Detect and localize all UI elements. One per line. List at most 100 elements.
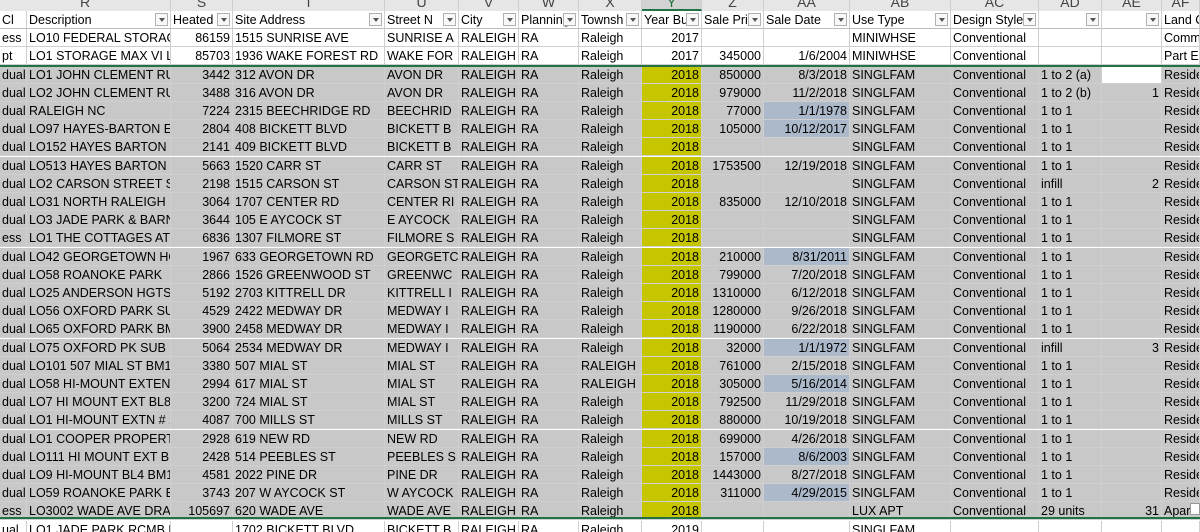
cell-design-style[interactable]: Conventional	[951, 411, 1039, 430]
cell-heated[interactable]: 5064	[171, 338, 233, 357]
cell-land-class[interactable]: Reside	[1162, 466, 1200, 484]
cell-sale-date[interactable]: 8/27/2018	[764, 466, 850, 484]
cell-sale-date[interactable]: 6/22/2018	[764, 320, 850, 339]
cell-sale-date[interactable]: 10/12/2017	[764, 120, 850, 139]
column-header-x[interactable]: X	[579, 0, 642, 11]
cell-heated[interactable]: 3644	[171, 211, 233, 230]
cell-description[interactable]: LO1 COOPER PROPERTY F	[27, 429, 171, 448]
cell-year-built[interactable]: 2018	[642, 375, 702, 393]
cell-col-ae[interactable]	[1102, 284, 1162, 302]
cell-class[interactable]: dual	[0, 174, 27, 193]
table-row[interactable]: dual LO152 HAYES BARTON EX 2141 409 BICKETT…	[0, 138, 1200, 157]
cell-heated[interactable]: 4087	[171, 411, 233, 430]
cell-street-name[interactable]: MILLS ST	[385, 411, 459, 430]
cell-land-class[interactable]: Reside	[1162, 174, 1200, 193]
cell-land-class[interactable]: Reside	[1162, 338, 1200, 357]
cell-class[interactable]: dual	[0, 484, 27, 503]
filter-dropdown-icon[interactable]	[503, 13, 516, 26]
cell-class[interactable]: dual	[0, 466, 27, 484]
cell-heated[interactable]: 3380	[171, 356, 233, 375]
cell-heated[interactable]: 2866	[171, 265, 233, 284]
cell-city[interactable]: RALEIGH	[459, 302, 519, 321]
cell-col-ae[interactable]	[1102, 484, 1162, 503]
cell-land-class[interactable]: Reside	[1162, 265, 1200, 284]
cell-site-address[interactable]: 514 PEEBLES ST	[233, 447, 385, 466]
cell-year-built[interactable]: 2018	[642, 174, 702, 193]
cell-use-type[interactable]: SINGLFAM	[850, 393, 951, 412]
cell-year-built[interactable]: 2017	[642, 47, 702, 66]
cell-city[interactable]: RALEIGH	[459, 338, 519, 357]
cell-use-type[interactable]: SINGLFAM	[850, 265, 951, 284]
cell-planning[interactable]: RA	[519, 120, 579, 139]
cell-site-address[interactable]: 724 MIAL ST	[233, 393, 385, 412]
cell-township[interactable]: Raleigh	[579, 229, 642, 248]
table-row[interactable]: ualLO1 JADE PARK RCMB BM2016 -0031 1702 B…	[0, 520, 1200, 532]
cell-sale-date[interactable]: 12/10/2018	[764, 193, 850, 211]
cell-planning[interactable]: RA	[519, 520, 579, 532]
cell-design-style[interactable]: Conventional	[951, 83, 1039, 102]
cell-col-ad[interactable]: 1 to 1	[1039, 211, 1102, 230]
cell-land-class[interactable]: Reside	[1162, 156, 1200, 175]
cell-class[interactable]: dual	[0, 302, 27, 321]
cell-heated[interactable]: 2428	[171, 447, 233, 466]
cell-description[interactable]: LO58 HI-MOUNT EXTENS	[27, 375, 171, 393]
cell-use-type[interactable]: SINGLFAM	[850, 102, 951, 120]
table-row[interactable]: ess LO1 THE COTTAGES AT FI 6836 1307 FILMOR…	[0, 229, 1200, 248]
cell-sale-price[interactable]	[702, 29, 764, 48]
cell-class[interactable]: dual	[0, 429, 27, 448]
cell-class[interactable]: dual	[0, 211, 27, 230]
cell-col-ad[interactable]	[1039, 29, 1102, 48]
cell-class[interactable]: ual	[0, 520, 27, 532]
cell-use-type[interactable]: SINGLFAM	[850, 65, 951, 84]
cell-sale-price[interactable]: 157000	[702, 447, 764, 466]
cell-site-address[interactable]: 2534 MEDWAY DR	[233, 338, 385, 357]
table-row[interactable]: dualLO513 HAYES BARTON RO56631520 CARR S…	[0, 156, 1200, 175]
cell-sale-price[interactable]: 311000	[702, 484, 764, 503]
cell-city[interactable]: RALEIGH	[459, 174, 519, 193]
cell-street-name[interactable]: W AYCOCK	[385, 484, 459, 503]
cell-col-ae[interactable]	[1102, 65, 1162, 84]
cell-city[interactable]: RALEIGH	[459, 120, 519, 139]
cell-sale-price[interactable]: 77000	[702, 102, 764, 120]
cell-land-class[interactable]: Reside	[1162, 393, 1200, 412]
cell-col-ae[interactable]	[1102, 102, 1162, 120]
cell-use-type[interactable]: SINGLFAM	[850, 247, 951, 266]
cell-year-built[interactable]: 2019	[642, 520, 702, 532]
cell-land-class[interactable]: Reside	[1162, 484, 1200, 503]
cell-use-type[interactable]: SINGLFAM	[850, 229, 951, 248]
cell-sale-date[interactable]: 8/3/2018	[764, 65, 850, 84]
cell-design-style[interactable]: Conventional	[951, 229, 1039, 248]
cell-city[interactable]: RALEIGH	[459, 65, 519, 84]
cell-design-style[interactable]: Conventional	[951, 102, 1039, 120]
table-row[interactable]: ptLO1 STORAGE MAX VI LLC857031936 WAKE F…	[0, 47, 1200, 66]
cell-use-type[interactable]: SINGLFAM	[850, 520, 951, 532]
cell-col-ad[interactable]: 1 to 1	[1039, 429, 1102, 448]
cell-year-built[interactable]: 2018	[642, 302, 702, 321]
cell-design-style[interactable]: Conventional	[951, 29, 1039, 48]
cell-design-style[interactable]: Conventional	[951, 138, 1039, 157]
cell-planning[interactable]: RA	[519, 284, 579, 302]
cell-site-address[interactable]: 1702 BICKETT BLVD	[233, 520, 385, 532]
cell-use-type[interactable]: SINGLFAM	[850, 156, 951, 175]
cell-design-style[interactable]: Conventional	[951, 320, 1039, 339]
cell-site-address[interactable]: 408 BICKETT BLVD	[233, 120, 385, 139]
cell-land-class[interactable]: Reside	[1162, 302, 1200, 321]
cell-city[interactable]: RALEIGH	[459, 411, 519, 430]
cell-use-type[interactable]: SINGLFAM	[850, 83, 951, 102]
cell-street-name[interactable]: CARR ST	[385, 156, 459, 175]
cell-col-ad[interactable]: 1 to 1	[1039, 302, 1102, 321]
cell-site-address[interactable]: 619 NEW RD	[233, 429, 385, 448]
cell-site-address[interactable]: 1526 GREENWOOD ST	[233, 265, 385, 284]
cell-description[interactable]: LO97 HAYES-BARTON EXT	[27, 120, 171, 139]
cell-description[interactable]: LO1 JADE PARK RCMB BM2016 -0031	[27, 520, 171, 532]
cell-township[interactable]: Raleigh	[579, 120, 642, 139]
cell-design-style[interactable]: Conventional	[951, 211, 1039, 230]
cell-land-class[interactable]: Part Ex	[1162, 47, 1200, 66]
cell-design-style[interactable]: Conventional	[951, 156, 1039, 175]
cell-site-address[interactable]: 617 MIAL ST	[233, 375, 385, 393]
cell-sale-price[interactable]	[702, 229, 764, 248]
cell-land-class[interactable]: Reside	[1162, 83, 1200, 102]
cell-land-class[interactable]: Reside	[1162, 411, 1200, 430]
cell-city[interactable]: RALEIGH	[459, 375, 519, 393]
cell-site-address[interactable]: 1515 CARSON ST	[233, 174, 385, 193]
